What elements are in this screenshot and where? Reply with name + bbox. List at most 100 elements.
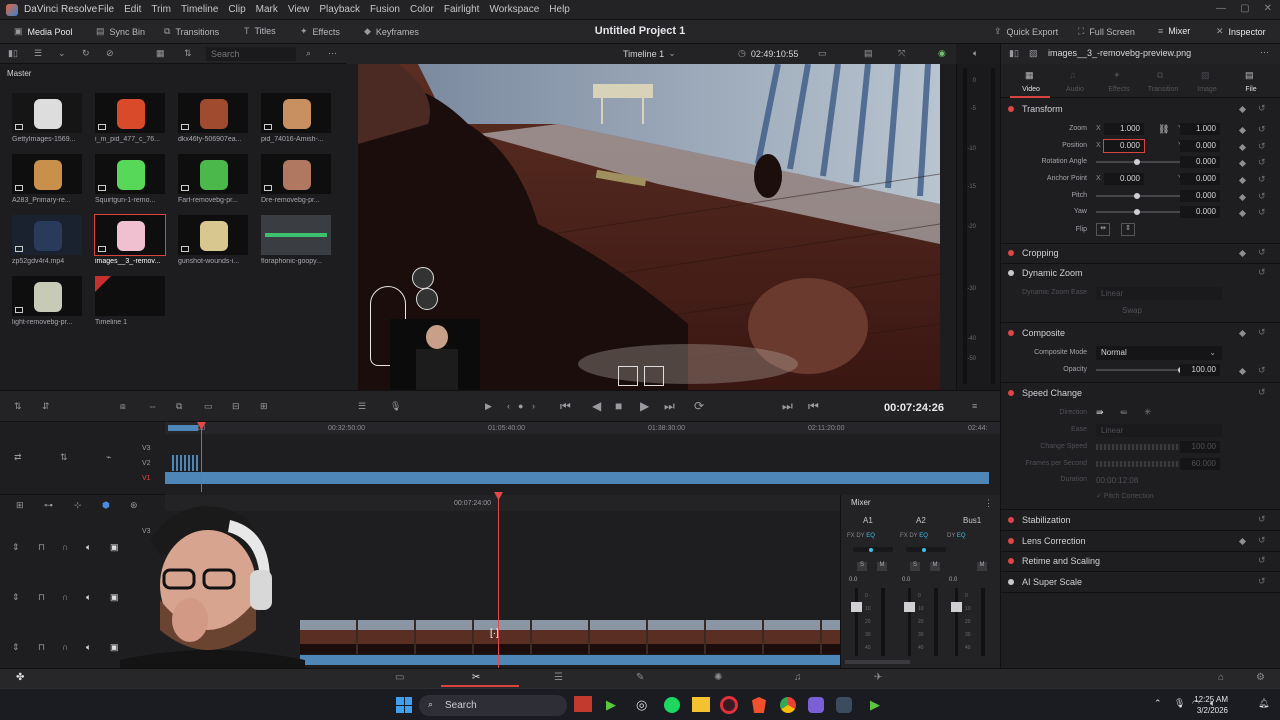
slider-knob-icon[interactable] (1134, 159, 1140, 165)
media-clip[interactable]: floraphonic-goopy... (261, 215, 333, 265)
enable-toggle-icon[interactable] (1008, 270, 1014, 276)
channel-effects-row[interactable]: DY EQ (947, 533, 966, 539)
reverse-icon[interactable]: ◀ (592, 399, 601, 413)
param-slider[interactable] (1096, 369, 1180, 371)
viewer-mode-icon[interactable]: ▤ (864, 48, 873, 59)
freeze-icon[interactable]: ✳ (1144, 407, 1152, 418)
inspector-button[interactable]: ✕ Inspector (1216, 26, 1266, 37)
grid-view-icon[interactable]: ▦ (156, 48, 165, 59)
settings-icon[interactable]: ⚙ (1256, 672, 1265, 683)
inspector-section-header[interactable]: Transform (1008, 104, 1063, 114)
composite-mode-select[interactable]: Normal ⌄ (1096, 346, 1222, 360)
param-value-field[interactable]: 0.000 (1103, 139, 1145, 153)
param-value-field[interactable]: 0.000 (1180, 190, 1220, 202)
headphones-icon[interactable]: ∩ (62, 592, 68, 602)
link-icon[interactable]: ⛓ (1158, 124, 1169, 135)
reset-icon[interactable]: ↺ (1258, 157, 1266, 168)
param-value-field[interactable]: 0.000 (1180, 206, 1220, 218)
inspector-section-header[interactable]: Dynamic Zoom (1008, 268, 1083, 278)
marker-dot-icon[interactable]: ● (518, 401, 523, 411)
inspector-section-header[interactable]: Composite (1008, 328, 1065, 338)
pan-slider[interactable] (853, 547, 893, 552)
fader-handle[interactable] (951, 602, 962, 612)
panel-toggle-icon[interactable]: ▮▯ (8, 48, 18, 59)
video-toggle-icon[interactable]: ▣ (110, 642, 119, 653)
playhead[interactable] (498, 496, 499, 668)
tool-icon[interactable]: ⊞ (260, 401, 268, 412)
duration-value[interactable]: 00:00:12:08 (1096, 476, 1138, 485)
fusion-page-icon[interactable]: ✎ (636, 672, 644, 683)
quick-export-button[interactable]: ⇪ Quick Export (994, 26, 1058, 37)
clock[interactable]: 12:25 AM 3/2/2026 (1194, 694, 1228, 716)
param-value-field[interactable]: 0.000 (1180, 156, 1220, 168)
speaker-icon[interactable]: 🔈︎ (86, 642, 91, 653)
timeline-selector[interactable]: Timeline 1 ⌄ (623, 48, 676, 59)
param-value-field[interactable]: 1.000 (1180, 123, 1220, 135)
stop-icon[interactable]: ■ (615, 399, 622, 413)
menu-item-playback[interactable]: Playback (319, 4, 360, 15)
reset-icon[interactable]: ↺ (1258, 207, 1266, 218)
app-icon[interactable]: ▶ (870, 697, 880, 713)
headphones-icon[interactable]: ∩ (62, 642, 68, 652)
prev-edit-icon[interactable]: ⏮ (808, 399, 819, 414)
reset-icon[interactable]: ↺ (1258, 174, 1266, 185)
eq-icon[interactable]: EQ (866, 533, 875, 539)
reverse-direction-icon[interactable]: ⇚ (1120, 407, 1128, 418)
reset-icon[interactable]: ↺ (1258, 124, 1266, 135)
minimize-icon[interactable]: — (1216, 3, 1226, 14)
search-options-icon[interactable]: ⌕ (306, 48, 311, 59)
reset-icon[interactable]: ↺ (1258, 535, 1266, 546)
loop-icon[interactable]: ⟳ (694, 399, 704, 413)
clip-stack[interactable] (172, 455, 200, 471)
menu-icon[interactable]: ≡ (972, 401, 977, 411)
color-page-icon[interactable]: ✺ (714, 672, 722, 683)
chrome-icon[interactable] (780, 697, 796, 713)
edit-icon[interactable]: ☰ (358, 401, 366, 412)
home-icon[interactable]: ⌂ (1218, 672, 1224, 683)
go-to-start-icon[interactable]: ⏮ (560, 399, 571, 414)
media-clip[interactable]: dkx46fy-506907ea... (178, 93, 250, 143)
forward-direction-icon[interactable]: ⇛ (1096, 407, 1104, 418)
inspector-section-header[interactable]: AI Super Scale (1008, 577, 1082, 587)
enable-toggle-icon[interactable] (1008, 538, 1014, 544)
app-icon[interactable] (808, 697, 824, 713)
pan-knob-icon[interactable] (869, 548, 873, 552)
reset-icon[interactable]: ↺ (1258, 327, 1266, 338)
tool-icon[interactable]: ⇅ (14, 401, 22, 412)
move-track-icon[interactable]: ⇕ (12, 542, 20, 553)
move-track-icon[interactable]: ⇕ (12, 592, 20, 603)
flag-icon[interactable]: ⬢ (102, 500, 110, 511)
chevron-down-icon[interactable]: ⌄ (58, 48, 66, 59)
viewer-size-icon[interactable]: ▭ (818, 48, 827, 59)
move-track-icon[interactable]: ⇕ (12, 642, 20, 653)
menu-item-view[interactable]: View (288, 4, 310, 15)
param-value-field[interactable]: 1.000 (1104, 123, 1144, 135)
snap-icon[interactable]: ⊞ (16, 500, 24, 511)
mic-icon[interactable]: 🎙︎ (390, 401, 401, 412)
transform-overlay-icon[interactable]: ⤧ (898, 48, 905, 59)
menu-item-help[interactable]: Help (549, 4, 570, 15)
spotify-icon[interactable] (664, 697, 680, 713)
solo-button[interactable]: S (910, 562, 920, 571)
menu-item-fairlight[interactable]: Fairlight (444, 4, 480, 15)
play-range-icon[interactable]: ▶ (485, 401, 492, 412)
mute-button[interactable]: M (930, 562, 940, 571)
param-value-field[interactable]: 60.000 (1180, 458, 1220, 470)
param-value-field[interactable]: 100.00 (1180, 441, 1220, 453)
reset-icon[interactable]: ↺ (1258, 576, 1266, 587)
mic-icon[interactable]: 🎙︎ (1174, 698, 1185, 709)
inspector-section-header[interactable]: Speed Change (1008, 388, 1082, 398)
menu-item-workspace[interactable]: Workspace (489, 4, 539, 15)
tab-image[interactable]: Image (1187, 86, 1227, 93)
media-clip[interactable]: A283_Primary-re... (12, 154, 84, 204)
timeline-ruler[interactable] (165, 422, 1000, 434)
enable-toggle-icon[interactable] (1008, 250, 1014, 256)
fader-handle[interactable] (851, 602, 862, 612)
media-clip[interactable]: pid_74016-Amish-... (261, 93, 333, 143)
app-icon[interactable] (574, 696, 592, 712)
speaker-icon[interactable]: 🔈︎ (973, 48, 978, 59)
refresh-icon[interactable]: ↻ (82, 48, 90, 59)
fairlight-page-icon[interactable]: ♫ (794, 672, 802, 683)
eq-icon[interactable]: EQ (957, 533, 966, 539)
pitch-correction-checkbox[interactable]: ✓ Pitch Correction (1096, 492, 1154, 500)
